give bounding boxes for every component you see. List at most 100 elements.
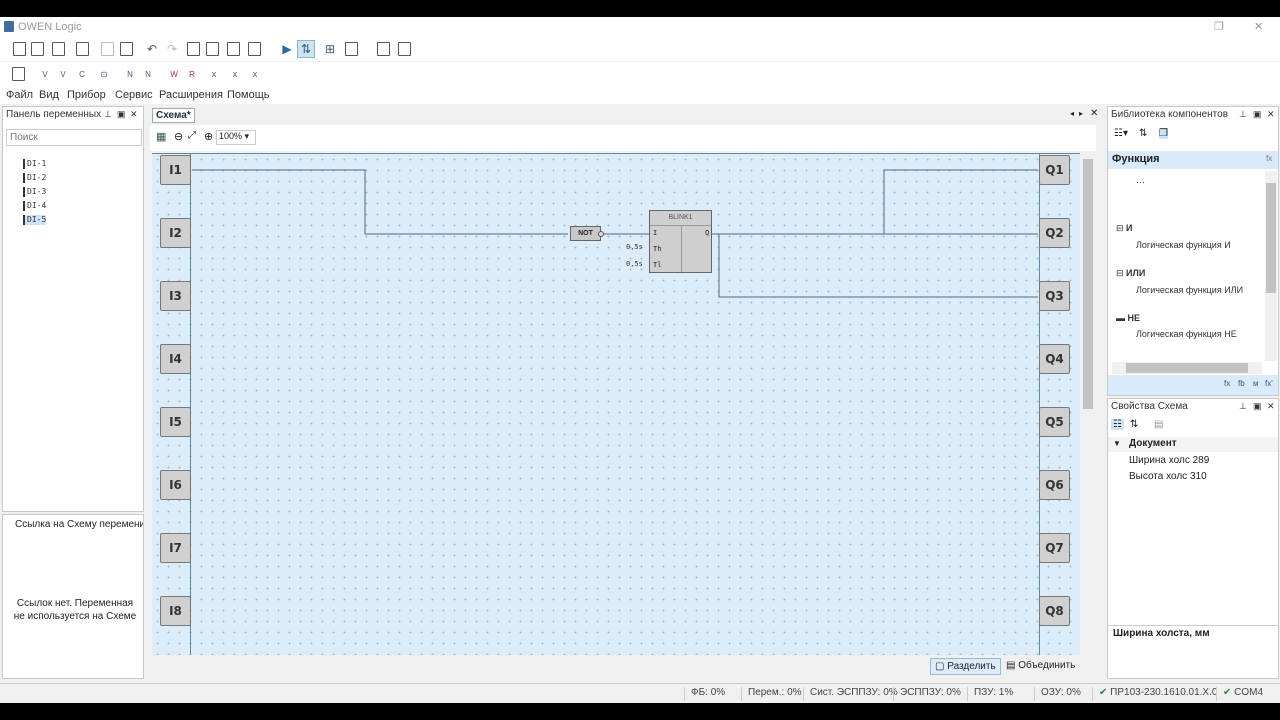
input-block-i8[interactable]: I8 bbox=[160, 596, 191, 626]
find-icon[interactable] bbox=[187, 42, 200, 56]
zoom-fit-icon[interactable]: ⤢ bbox=[188, 130, 196, 141]
zoom-out-icon[interactable]: ⊖ bbox=[174, 130, 183, 143]
redo-icon[interactable]: ↷ bbox=[163, 40, 181, 58]
copy-icon[interactable] bbox=[101, 42, 114, 56]
open-file-icon[interactable] bbox=[31, 42, 44, 56]
library-vscroll-thumb[interactable] bbox=[1266, 183, 1276, 293]
output-block-q4[interactable]: Q4 bbox=[1039, 344, 1070, 374]
close-icon[interactable]: ✕ bbox=[1267, 401, 1275, 412]
library-hscroll-thumb[interactable] bbox=[1126, 363, 1248, 373]
close-icon[interactable]: ✕ bbox=[1267, 109, 1275, 120]
maximize-icon[interactable]: ▣ bbox=[1253, 109, 1262, 120]
categorized-icon[interactable]: ☷ bbox=[1111, 419, 1124, 430]
read-icon[interactable]: R bbox=[183, 65, 201, 83]
th-constant[interactable]: 0,5s bbox=[626, 243, 643, 251]
menu-device[interactable]: Прибор bbox=[67, 89, 106, 101]
const-icon[interactable]: C bbox=[73, 65, 91, 83]
grid-icon[interactable] bbox=[345, 42, 358, 56]
output-block-q7[interactable]: Q7 bbox=[1039, 533, 1070, 563]
variable-item[interactable]: DI-4 bbox=[23, 201, 46, 211]
library-item-or[interactable]: ⊟ ИЛИ Логическая функция ИЛИ bbox=[1116, 268, 1243, 295]
view-icon[interactable] bbox=[398, 42, 411, 56]
status-port[interactable]: ✔ COM4 bbox=[1216, 687, 1263, 701]
input-block-i7[interactable]: I7 bbox=[160, 533, 191, 563]
tab-m[interactable]: м bbox=[1253, 379, 1259, 388]
variable-item[interactable]: DI-2 bbox=[23, 173, 46, 183]
net-out-icon[interactable]: N bbox=[139, 65, 157, 83]
close-icon[interactable]: ✕ bbox=[130, 109, 138, 120]
input-block-i2[interactable]: I2 bbox=[160, 218, 191, 248]
alpha-sort-icon[interactable]: ⇅ bbox=[1130, 419, 1138, 430]
sort-icon[interactable]: ⇅ bbox=[1139, 128, 1147, 139]
paste-icon[interactable] bbox=[120, 42, 133, 56]
zoom-select[interactable]: 100% ▾ bbox=[216, 130, 256, 145]
split-button[interactable]: ▢ Разделить bbox=[930, 658, 1001, 675]
not-block[interactable]: NOT bbox=[570, 226, 601, 241]
net-in-icon[interactable]: N bbox=[121, 65, 139, 83]
run-icon[interactable]: ▶ bbox=[278, 40, 296, 58]
menu-extensions[interactable]: Расширения bbox=[159, 89, 223, 101]
input-block-i6[interactable]: I6 bbox=[160, 470, 191, 500]
x2-icon[interactable]: x bbox=[226, 65, 244, 83]
menu-view[interactable]: Вид bbox=[39, 89, 59, 101]
schema-canvas[interactable]: I1 I2 I3 I4 I5 I6 I7 I8 Q1 Q2 Q3 Q4 Q5 Q… bbox=[152, 153, 1080, 655]
canvas-vscroll[interactable] bbox=[1081, 153, 1095, 655]
write-icon[interactable]: W bbox=[165, 65, 183, 83]
maximize-icon[interactable]: ▣ bbox=[1253, 401, 1262, 412]
debug-icon[interactable]: ⊞ bbox=[321, 40, 339, 58]
output-block-q1[interactable]: Q1 bbox=[1039, 155, 1070, 185]
restore-icon[interactable]: ❐ bbox=[1214, 20, 1224, 33]
status-device[interactable]: ✔ ПР103-230.1610.01.Х.0 bbox=[1092, 687, 1217, 701]
settings-icon[interactable] bbox=[227, 42, 240, 56]
x1-icon[interactable]: x bbox=[205, 65, 223, 83]
output-block-q3[interactable]: Q3 bbox=[1039, 281, 1070, 311]
canvas-vscroll-thumb[interactable] bbox=[1083, 159, 1093, 409]
input-block-i3[interactable]: I3 bbox=[160, 281, 191, 311]
pin-icon[interactable]: ⊥ bbox=[1239, 109, 1247, 120]
input-block-i5[interactable]: I5 bbox=[160, 407, 191, 437]
menu-service[interactable]: Сервис bbox=[115, 89, 153, 101]
menu-help[interactable]: Помощь bbox=[227, 89, 270, 101]
grid-toggle-icon[interactable]: ▦ bbox=[156, 130, 166, 143]
new-file-icon[interactable] bbox=[13, 42, 26, 56]
input-block-i4[interactable]: I4 bbox=[160, 344, 191, 374]
library-vscroll[interactable] bbox=[1265, 171, 1277, 361]
close-icon[interactable]: ✕ bbox=[1254, 20, 1263, 33]
menu-file[interactable]: Файл bbox=[6, 89, 33, 101]
x3-icon[interactable]: x bbox=[246, 65, 264, 83]
tab-scroll-right-icon[interactable]: ▸ bbox=[1079, 109, 1083, 118]
var-in-icon[interactable]: V bbox=[36, 65, 54, 83]
output-block-q8[interactable]: Q8 bbox=[1039, 596, 1070, 626]
zoom-in-icon[interactable]: ⊕ bbox=[204, 130, 213, 143]
tab-schema[interactable]: Схема* bbox=[152, 108, 195, 123]
merge-button[interactable]: ▤ Объединить bbox=[1002, 658, 1079, 673]
tab-fx2[interactable]: fx' bbox=[1265, 379, 1273, 388]
search-input[interactable] bbox=[6, 129, 142, 146]
group-icon[interactable]: ☷▾ bbox=[1114, 128, 1128, 139]
prop-height[interactable]: Высота холс 310 bbox=[1129, 471, 1207, 482]
library-item-and[interactable]: ⊟ И Логическая функция И bbox=[1116, 223, 1231, 250]
properties-section[interactable]: ▼ Документ bbox=[1108, 437, 1278, 452]
input-block-i1[interactable]: I1 bbox=[160, 155, 191, 185]
save-icon[interactable] bbox=[52, 42, 65, 56]
tl-constant[interactable]: 0,5s bbox=[626, 260, 643, 268]
step-icon[interactable]: ⇅ bbox=[297, 40, 315, 58]
text-block-icon[interactable] bbox=[12, 67, 25, 81]
tab-close-icon[interactable]: ✕ bbox=[1090, 108, 1098, 119]
tab-fx[interactable]: fx bbox=[1224, 379, 1230, 388]
variable-item[interactable]: DI-1 bbox=[23, 159, 46, 169]
find-replace-icon[interactable] bbox=[206, 42, 219, 56]
export-icon[interactable] bbox=[377, 42, 390, 56]
tab-fb[interactable]: fb bbox=[1238, 379, 1245, 388]
library-category[interactable]: Функция fx bbox=[1108, 151, 1278, 169]
maximize-icon[interactable]: ▣ bbox=[117, 109, 126, 120]
tab-scroll-left-icon[interactable]: ◂ bbox=[1070, 109, 1074, 118]
compile-icon[interactable] bbox=[248, 42, 261, 56]
expand-icon[interactable]: ❐ bbox=[1159, 128, 1168, 139]
prop-width[interactable]: Ширина холс 289 bbox=[1129, 455, 1209, 466]
var-out-icon[interactable]: V bbox=[54, 65, 72, 83]
print-icon[interactable] bbox=[76, 42, 89, 56]
output-block-q5[interactable]: Q5 bbox=[1039, 407, 1070, 437]
blink-block[interactable]: BLINK1 I Th Tl Q bbox=[649, 210, 712, 273]
library-item-not[interactable]: ▬ НЕ Логическая функция НЕ bbox=[1116, 313, 1237, 339]
